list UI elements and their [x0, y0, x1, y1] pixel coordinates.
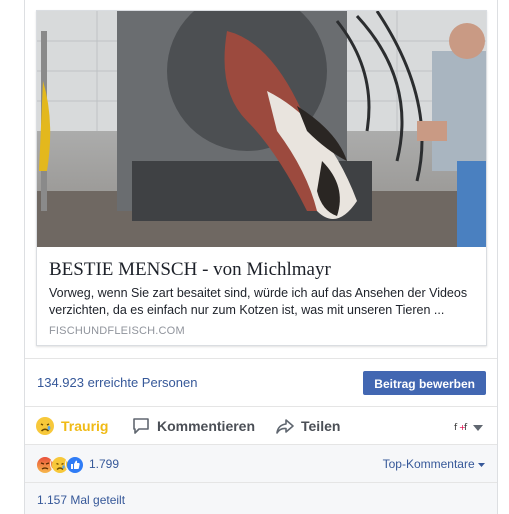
like-icon: [65, 455, 83, 473]
comment-button[interactable]: Kommentieren: [131, 416, 255, 436]
link-preview-card[interactable]: BESTIE MENSCH - von Michlmayr Vorweg, we…: [36, 10, 487, 346]
chevron-down-icon: [478, 457, 485, 471]
reach-count[interactable]: 134.923 erreichte Personen: [37, 375, 197, 390]
reaction-button[interactable]: Traurig: [35, 416, 108, 436]
reach-bar: 134.923 erreichte Personen Beitrag bewer…: [25, 358, 497, 406]
link-preview-description: Vorweg, wenn Sie zart besaitet sind, wür…: [49, 286, 468, 317]
link-preview-title[interactable]: BESTIE MENSCH - von Michlmayr: [49, 259, 479, 281]
comment-sort-dropdown[interactable]: Top-Kommentare: [383, 457, 485, 471]
feed-post: BESTIE MENSCH - von Michlmayr Vorweg, we…: [24, 0, 498, 514]
share-icon: [275, 416, 295, 436]
page-avatar-icon: f + f: [453, 419, 469, 437]
link-preview-domain: FISCHUNDFLEISCH.COM: [49, 325, 185, 337]
share-count[interactable]: 1.157 Mal geteilt: [37, 493, 125, 507]
boost-post-button[interactable]: Beitrag bewerben: [363, 371, 486, 395]
share-label: Teilen: [301, 418, 341, 434]
reactions-row: 1.799 Top-Kommentare: [25, 444, 497, 482]
chevron-down-icon: [473, 419, 483, 437]
reaction-count[interactable]: 1.799: [89, 457, 119, 471]
shares-row: 1.157 Mal geteilt: [25, 482, 497, 514]
reaction-summary[interactable]: [35, 455, 83, 473]
comment-sort-label: Top-Kommentare: [382, 457, 475, 471]
comment-icon: [131, 416, 151, 436]
reaction-label: Traurig: [61, 418, 109, 434]
link-preview-image[interactable]: [37, 11, 486, 247]
share-button[interactable]: Teilen: [275, 416, 340, 436]
comment-label: Kommentieren: [157, 418, 256, 434]
sad-icon: [35, 416, 55, 436]
action-bar: Traurig Kommentieren Teilen f + f: [25, 406, 497, 444]
post-as-menu[interactable]: f + f: [453, 419, 483, 437]
